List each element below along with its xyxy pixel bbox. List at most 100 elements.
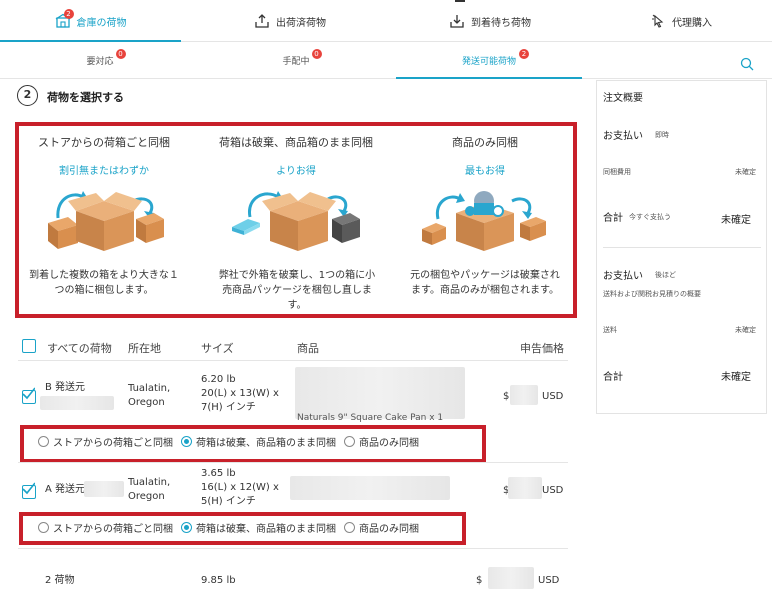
package-b-location-line2: Oregon — [128, 397, 165, 408]
package-b-checkbox[interactable] — [22, 387, 36, 404]
package-a-packing-options: ストアからの荷箱ごと同梱 荷箱は破棄、商品箱のまま同梱 商品のみ同梱 — [38, 520, 427, 535]
package-a-option-store-box-label: ストアからの荷箱ごと同梱 — [53, 524, 173, 535]
package-b-id-redacted — [40, 396, 114, 410]
subtab-shippable-badge: 2 — [519, 48, 529, 59]
retail-box-illustration — [228, 183, 364, 253]
tab-shipped[interactable]: 出荷済荷物 — [200, 0, 380, 42]
package-a-option-store-box[interactable]: ストアからの荷箱ごと同梱 — [38, 520, 173, 535]
package-a-dims-line2: 5(H) インチ — [201, 496, 256, 507]
option-store-box-description: 到着した複数の箱をより大きな１ つの箱に梱包します。 — [20, 268, 188, 298]
option-retail-box-subtitle: よりお得 — [276, 166, 316, 177]
subtab-action-required-label: 要対応 — [86, 56, 114, 67]
subtab-arranging-label: 手配中 — [282, 56, 310, 67]
step-title: 荷物を選択する — [47, 91, 124, 104]
select-all-checkbox[interactable] — [22, 339, 36, 353]
tab-shipped-label: 出荷済荷物 — [276, 17, 326, 29]
header-size: サイズ — [201, 342, 234, 355]
summary-divider — [603, 247, 761, 248]
option-items-only-desc-line1: 元の梱包やパッケージは破棄され — [410, 270, 560, 281]
header-all-packages: すべての荷物 — [47, 342, 112, 355]
package-b-weight: 6.20 lb — [201, 374, 236, 385]
search-icon[interactable] — [740, 57, 754, 71]
row-divider — [18, 548, 568, 549]
total-price-redacted — [488, 567, 534, 589]
estimated-total-value: 未確定 — [721, 372, 751, 383]
warehouse-icon: 2 — [55, 9, 74, 29]
package-a-size: 3.65 lb 16(L) x 12(W) x 5(H) インチ — [201, 467, 279, 509]
subtab-action-required[interactable]: 要対応 0 — [0, 42, 200, 78]
package-b-option-store-box-label: ストアからの荷箱ごと同梱 — [53, 438, 173, 449]
package-a-id-redacted — [84, 481, 124, 497]
tab-proxy-purchase[interactable]: 代理購入 — [590, 0, 772, 42]
option-store-box-desc-line2: つの箱に梱包します。 — [54, 285, 154, 296]
package-a-weight: 3.65 lb — [201, 468, 236, 479]
radio-selected-icon — [181, 522, 192, 533]
total-price-prefix: $ — [476, 575, 483, 586]
package-b-price-prefix: $ — [503, 391, 510, 402]
option-store-box-title: ストアからの荷箱ごと同梱 — [38, 136, 170, 149]
subtab-shippable-label-wrap: 発送可能荷物 2 — [462, 48, 529, 67]
order-summary-title: 注文概要 — [603, 93, 643, 104]
step-number: 2 — [17, 85, 38, 106]
option-items-only-description: 元の梱包やパッケージは破棄され ます。商品のみが梱包されます。 — [396, 268, 574, 298]
items-only-illustration — [420, 183, 550, 253]
packing-fee-label: 同梱費用 — [603, 168, 631, 176]
option-retail-box-description: 弊社で外箱を破棄し、1つの箱に小 売商品パッケージを梱包し直しま す。 — [204, 268, 390, 313]
package-a-origin: A 発送元 — [45, 484, 86, 495]
store-box-illustration — [38, 183, 168, 253]
tab-warehouse-label: 倉庫の荷物 — [76, 17, 127, 29]
package-a-option-items-only-label: 商品のみ同梱 — [359, 524, 419, 535]
subtab-shippable[interactable]: 発送可能荷物 2 — [396, 42, 582, 78]
total-weight: 9.85 lb — [201, 575, 236, 586]
estimated-total-label: 合計 — [603, 372, 623, 383]
package-b-option-items-only-label: 商品のみ同梱 — [359, 438, 419, 449]
option-retail-box-desc-line2: 売商品パッケージを梱包し直しま — [222, 285, 372, 296]
radio-icon — [344, 436, 355, 447]
package-a-price-currency: USD — [542, 485, 564, 496]
option-store-box-subtitle: 割引無またはわずか — [59, 166, 149, 177]
tab-arriving-label: 到着待ち荷物 — [471, 17, 531, 29]
order-summary-panel: 注文概要 お支払い 即時 同梱費用 未確定 合計 今すぐ支払う 未確定 お支払い… — [596, 80, 767, 414]
subtab-action-required-label-wrap: 要対応 0 — [86, 48, 126, 67]
tab-warehouse[interactable]: 2 倉庫の荷物 — [0, 0, 181, 42]
package-a-option-items-only[interactable]: 商品のみ同梱 — [344, 520, 419, 535]
package-a-option-retail-box[interactable]: 荷箱は破棄、商品箱のまま同梱 — [181, 520, 336, 535]
subtab-arranging-badge: 0 — [311, 48, 322, 59]
tab-arriving[interactable]: 到着待ち荷物 — [400, 0, 580, 42]
pay-later-label: お支払い — [603, 271, 643, 282]
package-a-location-line1: Tualatin, — [128, 477, 171, 488]
package-b-option-store-box[interactable]: ストアからの荷箱ごと同梱 — [38, 434, 173, 449]
subtab-arranging[interactable]: 手配中 0 — [196, 42, 396, 78]
package-a-option-retail-box-label: 荷箱は破棄、商品箱のまま同梱 — [196, 524, 336, 535]
pay-now-label: お支払い — [603, 131, 643, 142]
package-a-product-redacted — [290, 476, 450, 500]
package-b-dims-line2: 7(H) インチ — [201, 402, 256, 413]
tab-proxy-purchase-label: 代理購入 — [672, 17, 712, 29]
subtab-action-required-badge: 0 — [115, 48, 126, 59]
download-box-icon — [449, 13, 465, 29]
packing-fee-value: 未確定 — [735, 168, 756, 176]
package-a-checkbox[interactable] — [22, 482, 36, 499]
package-b-option-items-only[interactable]: 商品のみ同梱 — [344, 434, 419, 449]
tab-marker — [455, 0, 465, 2]
package-b-option-retail-box[interactable]: 荷箱は破棄、商品箱のまま同梱 — [181, 434, 336, 449]
package-a-price-redacted — [508, 477, 542, 499]
package-b-size: 6.20 lb 20(L) x 13(W) x 7(H) インチ — [201, 373, 279, 415]
option-retail-box-desc-line1: 弊社で外箱を破棄し、1つの箱に小 — [218, 270, 376, 281]
package-a-location: Tualatin, Oregon — [128, 476, 170, 504]
row-divider — [18, 462, 568, 463]
package-b-dims-line1: 20(L) x 13(W) x — [201, 388, 279, 399]
cursor-click-icon — [650, 13, 666, 29]
package-b-product-name: Naturals 9" Square Cake Pan x 1 — [297, 413, 444, 423]
option-items-only-subtitle: 最もお得 — [465, 166, 505, 177]
package-b-origin: B 発送元 — [45, 382, 86, 393]
option-retail-box-desc-line3: す。 — [287, 300, 307, 311]
postage-label: 送料 — [603, 326, 617, 334]
package-b-location: Tualatin, Oregon — [128, 382, 170, 410]
tab-warehouse-badge: 2 — [63, 9, 74, 19]
option-items-only-title: 商品のみ同梱 — [452, 136, 518, 149]
pay-now-total-value: 未確定 — [721, 215, 751, 226]
package-a-location-line2: Oregon — [128, 491, 165, 502]
package-b-location-line1: Tualatin, — [128, 383, 171, 394]
radio-selected-icon — [181, 436, 192, 447]
